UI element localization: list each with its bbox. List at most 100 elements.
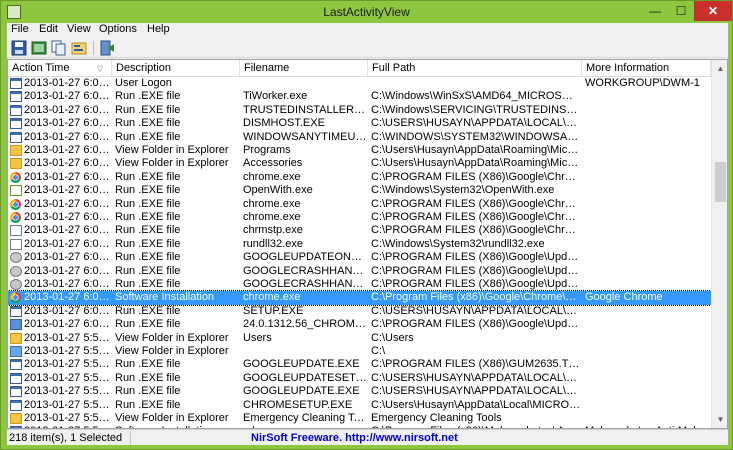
column-more-information[interactable]: More Information (582, 60, 711, 77)
table-row[interactable]: 2013-01-27 6:00:... Run .EXE file OpenWith… (8, 184, 711, 197)
row-filename: GOOGLEUPDATE.EXE (243, 358, 360, 371)
table-row[interactable]: 2013-01-27 6:04:... User Logon WORKGROUP\D… (8, 77, 711, 90)
table-row[interactable]: 2013-01-27 5:59:... Run .EXE file GOOGLEUP… (8, 372, 711, 385)
row-more-information (585, 144, 709, 157)
properties-icon[interactable] (71, 40, 87, 56)
folder-icon (10, 413, 22, 424)
row-description: Run .EXE file (115, 385, 181, 398)
close-button[interactable]: ✕ (694, 1, 732, 21)
row-full-path: C:\PROGRAM FILES (X86)\Google\Chrome\... (371, 170, 581, 183)
row-action-time: 2013-01-27 5:59:... (24, 331, 112, 344)
table-row[interactable]: 2013-01-27 6:01:... View Folder in Explor… (8, 157, 711, 170)
column-filename[interactable]: Filename (240, 60, 368, 77)
table-row[interactable]: 2013-01-27 6:01:... View Folder in Explor… (8, 144, 711, 157)
row-filename: chrome.exe (243, 197, 301, 210)
toolbar (7, 38, 728, 58)
table-row[interactable]: 2013-01-27 6:00:... Software Installation… (8, 290, 711, 306)
column-full-path[interactable]: Full Path (368, 60, 582, 77)
row-description: View Folder in Explorer (115, 144, 229, 156)
row-description: Run .EXE file (115, 251, 181, 264)
row-full-path: C:\PROGRAM FILES (X86)\Google\Chrome\... (371, 197, 581, 210)
table-row[interactable]: 2013-01-27 5:59:... Run .EXE file CHROMESE… (8, 399, 711, 412)
row-filename: GOOGLECRASHHANDL... (243, 264, 367, 277)
status-bar: 218 item(s), 1 Selected NirSoft Freeware… (7, 429, 728, 445)
row-action-time: 2013-01-27 6:00:... (24, 211, 112, 223)
table-row[interactable]: 2013-01-27 5:59:... View Folder in Explor… (8, 412, 711, 425)
activity-list[interactable]: Action Time ▽ Description Filename Full P… (7, 59, 728, 429)
column-action-time[interactable]: Action Time ▽ (8, 60, 112, 77)
row-more-information (585, 305, 709, 318)
row-action-time: 2013-01-27 6:00:... (24, 278, 112, 290)
menu-help[interactable]: Help (145, 23, 172, 35)
scroll-down-icon[interactable]: ▼ (712, 411, 727, 428)
row-full-path: C:\PROGRAM FILES (X86)\GUM2635.TMP\... (371, 358, 581, 371)
row-action-time: 2013-01-27 6:00:... (24, 304, 112, 317)
table-row[interactable]: 2013-01-27 6:03:... Run .EXE file TiWorker… (8, 90, 711, 103)
table-row[interactable]: 2013-01-27 6:00:... Run .EXE file GOOGLEUP… (8, 251, 711, 264)
row-action-time: 2013-01-27 6:00:... (24, 291, 112, 304)
table-row[interactable]: 2013-01-27 6:00:... Run .EXE file rundll32… (8, 238, 711, 251)
menu-view[interactable]: View (65, 23, 93, 35)
exit-icon[interactable] (99, 40, 115, 56)
table-row[interactable]: 2013-01-27 6:00:... Run .EXE file chrmstp.… (8, 224, 711, 237)
scroll-up-icon[interactable]: ▲ (712, 60, 727, 77)
table-row[interactable]: 2013-01-27 6:00:... Run .EXE file chrome.e… (8, 198, 711, 211)
row-action-time: 2013-01-27 6:03:... (24, 90, 112, 103)
table-row[interactable]: 2013-01-27 5:59:... View Folder in Explor… (8, 345, 711, 358)
row-full-path: C:\PROGRAM FILES (X86)\Google\Update\... (371, 264, 581, 277)
row-more-information (585, 412, 709, 425)
row-more-information (585, 184, 709, 197)
table-row[interactable]: 2013-01-27 6:03:... Run .EXE file DISMHOST… (8, 117, 711, 130)
exe-file-icon (10, 131, 22, 143)
row-more-information (585, 265, 709, 278)
column-description[interactable]: Description (112, 60, 240, 77)
row-full-path: C:\Users\Husayn\AppData\Local\MICROS... (371, 398, 581, 411)
table-row[interactable]: 2013-01-27 6:03:... Run .EXE file WINDOWSA… (8, 131, 711, 144)
table-row[interactable]: 2013-01-27 5:59:... View Folder in Explor… (8, 332, 711, 345)
document-icon (10, 225, 22, 237)
row-full-path: C:\USERS\HUSAYN\APPDATA\LOCAL\TE... (371, 117, 581, 130)
copy-icon[interactable] (51, 40, 67, 56)
row-filename: GOOGLEUPDATEONDE... (243, 251, 367, 264)
title-bar[interactable]: LastActivityView — ☐ ✕ (1, 1, 732, 23)
row-action-time: 2013-01-27 6:03:... (24, 130, 112, 143)
table-row[interactable]: 2013-01-27 6:00:... Run .EXE file 24.0.131… (8, 318, 711, 331)
row-full-path: C:\Users\Husayn\AppData\Roaming\Micro... (371, 157, 581, 170)
row-description: Run .EXE file (115, 318, 181, 331)
row-filename: TRUSTEDINSTALLER.EXE (243, 103, 367, 116)
table-row[interactable]: 2013-01-27 6:00:... Run .EXE file GOOGLECR… (8, 278, 711, 291)
exe-file-icon (10, 118, 22, 130)
chrome-icon (10, 198, 21, 210)
row-more-information (585, 157, 709, 170)
row-action-time: 2013-01-27 6:00:... (24, 224, 112, 237)
row-description: Run .EXE file (115, 304, 181, 317)
table-row[interactable]: 2013-01-27 5:59:... Run .EXE file GOOGLEUP… (8, 385, 711, 398)
row-filename: chrmstp.exe (243, 224, 303, 237)
scroll-thumb[interactable] (715, 162, 726, 202)
table-row[interactable]: 2013-01-27 5:59:... Run .EXE file GOOGLEUP… (8, 358, 711, 371)
minimize-button[interactable]: — (642, 1, 668, 21)
nirsoft-link[interactable]: NirSoft Freeware. http://www.nirsoft.net (251, 431, 458, 445)
table-row[interactable]: 2013-01-27 6:00:... Run .EXE file SETUP.EX… (8, 305, 711, 318)
table-row[interactable]: 2013-01-27 6:03:... Run .EXE file TRUSTEDI… (8, 104, 711, 117)
table-row[interactable]: 2013-01-27 6:00:... Run .EXE file GOOGLECR… (8, 265, 711, 278)
update-icon (10, 252, 22, 264)
row-filename: chrome.exe (243, 211, 301, 223)
menu-options[interactable]: Options (97, 23, 139, 35)
row-filename: DISMHOST.EXE (243, 117, 325, 130)
row-more-information (585, 131, 709, 144)
row-filename: CHROMESETUP.EXE (243, 398, 353, 411)
row-full-path: C:\ (371, 345, 386, 357)
table-row[interactable]: 2013-01-27 6:00:... Run .EXE file chrome.e… (8, 171, 711, 184)
row-action-time: 2013-01-27 6:00:... (24, 251, 112, 264)
html-report-icon[interactable] (31, 40, 47, 56)
folder-icon (10, 145, 22, 156)
save-icon[interactable] (11, 40, 27, 56)
menu-file[interactable]: File (9, 23, 31, 35)
menu-edit[interactable]: Edit (37, 23, 60, 35)
vertical-scrollbar[interactable]: ▲ ▼ (711, 60, 727, 428)
maximize-button[interactable]: ☐ (668, 1, 694, 21)
row-action-time: 2013-01-27 5:59:... (24, 345, 112, 357)
row-full-path: C:\Windows\System32\OpenWith.exe (371, 184, 555, 197)
table-row[interactable]: 2013-01-27 6:00:... Run .EXE file chrome.e… (8, 211, 711, 224)
